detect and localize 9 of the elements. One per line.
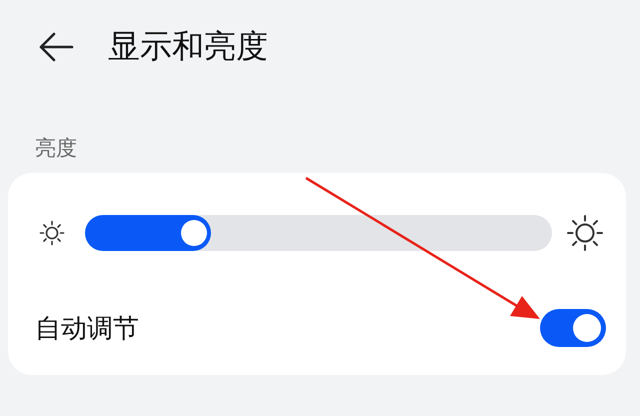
toggle-switch[interactable] xyxy=(540,309,606,347)
section-label: 亮度 xyxy=(35,138,78,159)
sun-icon xyxy=(566,214,604,252)
slider-thumb[interactable] xyxy=(181,220,208,246)
setting-label: 自动调节 xyxy=(35,312,139,346)
sun-icon xyxy=(39,220,65,246)
back-icon[interactable] xyxy=(38,32,74,62)
brightness-slider[interactable] xyxy=(85,215,552,251)
page-title: 显示和亮度 xyxy=(108,26,268,67)
